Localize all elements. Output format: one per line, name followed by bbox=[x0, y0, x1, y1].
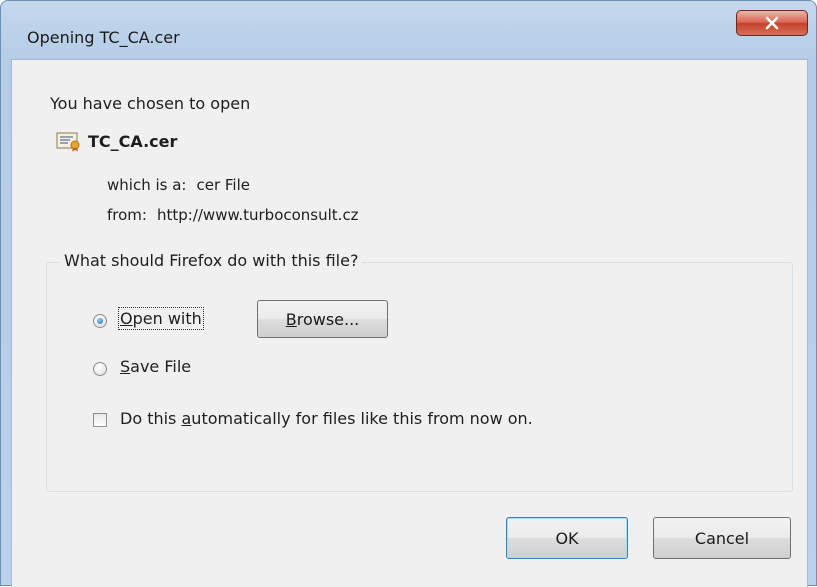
open-with-label[interactable]: Open with bbox=[118, 307, 204, 330]
browse-button[interactable]: Browse... bbox=[257, 300, 388, 338]
certificate-icon bbox=[56, 132, 80, 152]
dialog-window: Opening TC_CA.cer You have chosen to ope… bbox=[0, 0, 817, 587]
close-button[interactable] bbox=[736, 10, 808, 36]
file-name: TC_CA.cer bbox=[88, 131, 178, 151]
close-icon bbox=[765, 16, 779, 30]
file-type-row: which is a: cer File bbox=[107, 176, 250, 194]
open-with-radio[interactable] bbox=[93, 314, 107, 328]
title-bar[interactable]: Opening TC_CA.cer bbox=[1, 1, 816, 59]
ok-button[interactable]: OK bbox=[506, 517, 628, 559]
intro-text: You have chosen to open bbox=[50, 94, 251, 113]
file-source-value: http://www.turboconsult.cz bbox=[156, 206, 359, 224]
cancel-button[interactable]: Cancel bbox=[653, 517, 791, 559]
save-file-label[interactable]: Save File bbox=[120, 357, 191, 376]
action-group-legend: What should Firefox do with this file? bbox=[60, 251, 363, 270]
auto-action-checkbox[interactable] bbox=[93, 413, 107, 427]
dialog-body: You have chosen to open TC_CA.cer which … bbox=[11, 59, 808, 587]
file-source-row: from: http://www.turboconsult.cz bbox=[107, 206, 359, 224]
auto-action-label[interactable]: Do this automatically for files like thi… bbox=[120, 409, 533, 428]
action-group: What should Firefox do with this file? O… bbox=[46, 251, 793, 492]
window-title: Opening TC_CA.cer bbox=[27, 28, 180, 47]
file-type-label: which is a: bbox=[107, 176, 187, 194]
file-type-value: cer File bbox=[196, 176, 250, 194]
file-row: TC_CA.cer bbox=[56, 130, 177, 152]
save-file-radio[interactable] bbox=[93, 362, 107, 376]
file-source-label: from: bbox=[107, 206, 147, 224]
